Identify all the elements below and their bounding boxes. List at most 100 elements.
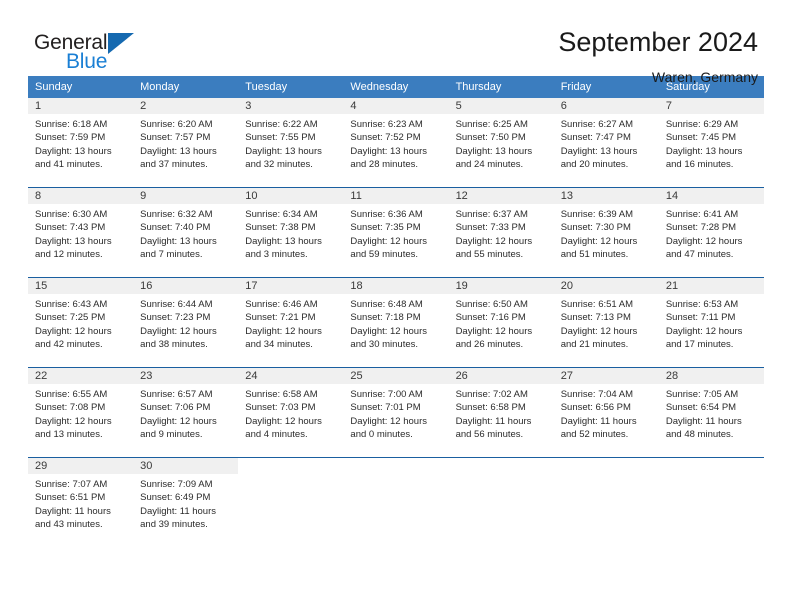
sunset-text: Sunset: 7:23 PM xyxy=(140,312,211,324)
day-cell-18[interactable]: 18 Sunrise: 6:48 AM Sunset: 7:18 PM Dayligh… xyxy=(343,278,449,368)
day-cell-7[interactable]: 7 Sunrise: 6:29 AM Sunset: 7:45 PM Daylight… xyxy=(658,98,764,188)
day-cell-3[interactable]: 3 Sunrise: 6:22 AM Sunset: 7:55 PM Daylight… xyxy=(238,98,344,188)
daylight-text: Daylight: 11 hours xyxy=(665,415,742,427)
daylight-text: Daylight: 12 hours xyxy=(245,325,322,337)
day-cell-9[interactable]: 9 Sunrise: 6:32 AM Sunset: 7:40 PM Daylight… xyxy=(133,188,239,278)
sunrise-text: Sunrise: 7:09 AM xyxy=(140,479,213,490)
day-cell-details: Sunrise: 6:53 AM Sunset: 7:11 PM Daylight:… xyxy=(659,294,764,352)
day-cell-21[interactable]: 21 Sunrise: 6:53 AM Sunset: 7:11 PM Dayligh… xyxy=(658,278,764,368)
day-number-band xyxy=(343,458,448,474)
day-cell-19[interactable]: 19 Sunrise: 6:50 AM Sunset: 7:16 PM Dayligh… xyxy=(448,278,554,368)
day-cell-17[interactable]: 17 Sunrise: 6:46 AM Sunset: 7:21 PM Dayligh… xyxy=(238,278,344,368)
day-cell-1[interactable]: 1 Sunrise: 6:18 AM Sunset: 7:59 PM Daylight… xyxy=(28,98,134,188)
day-cell-12[interactable]: 12 Sunrise: 6:37 AM Sunset: 7:33 PM Dayligh… xyxy=(448,188,554,278)
calendar-week-row: 15 Sunrise: 6:43 AM Sunset: 7:25 PM Dayligh… xyxy=(28,278,764,368)
daylight-text: Daylight: 13 hours xyxy=(245,235,322,247)
day-cell-6[interactable]: 6 Sunrise: 6:27 AM Sunset: 7:47 PM Daylight… xyxy=(553,98,659,188)
day-cell-28[interactable]: 28 Sunrise: 7:05 AM Sunset: 6:54 PM Dayligh… xyxy=(658,368,764,458)
day-cell-13[interactable]: 13 Sunrise: 6:39 AM Sunset: 7:30 PM Dayligh… xyxy=(553,188,659,278)
day-number-band: 18 xyxy=(343,278,449,294)
daylight-text: and 13 minutes. xyxy=(35,429,103,441)
sunrise-text: Sunrise: 6:50 AM xyxy=(455,299,528,310)
page-header: General Blue September 2024 Waren, Germa… xyxy=(0,0,792,84)
sunset-text: Sunset: 7:55 PM xyxy=(245,132,316,144)
generalblue-logo[interactable]: General Blue xyxy=(34,28,135,73)
sunrise-text: Sunrise: 6:27 AM xyxy=(560,119,634,130)
sunset-text: Sunset: 6:51 PM xyxy=(35,492,106,504)
day-number: 8 xyxy=(35,190,42,202)
day-cell-empty xyxy=(449,458,554,548)
day-cell-10[interactable]: 10 Sunrise: 6:34 AM Sunset: 7:38 PM Dayligh… xyxy=(238,188,344,278)
day-cell-details: Sunrise: 6:55 AM Sunset: 7:08 PM Daylight:… xyxy=(28,384,133,442)
daylight-text: and 52 minutes. xyxy=(560,429,629,441)
daylight-text: and 43 minutes. xyxy=(35,519,103,531)
day-number-band: 9 xyxy=(133,188,239,204)
calendar-week-row: 8 Sunrise: 6:30 AM Sunset: 7:43 PM Daylight… xyxy=(28,188,764,278)
day-number: 30 xyxy=(140,460,153,472)
weekday-header-monday: Monday xyxy=(133,76,239,98)
day-number: 2 xyxy=(140,100,147,112)
sunrise-text: Sunrise: 7:00 AM xyxy=(350,389,423,400)
logo-text-blue: Blue xyxy=(66,50,108,73)
daylight-text: Daylight: 13 hours xyxy=(665,145,743,157)
sunrise-text: Sunrise: 6:46 AM xyxy=(245,299,318,310)
day-number: 9 xyxy=(140,190,147,202)
day-cell-8[interactable]: 8 Sunrise: 6:30 AM Sunset: 7:43 PM Daylight… xyxy=(28,188,134,278)
daylight-text: and 17 minutes. xyxy=(665,339,734,351)
day-number-band: 24 xyxy=(238,368,344,384)
day-cell-details: Sunrise: 6:32 AM Sunset: 7:40 PM Daylight:… xyxy=(133,204,238,262)
day-cell-empty xyxy=(659,458,764,548)
daylight-text: Daylight: 12 hours xyxy=(140,415,217,427)
sunset-text: Sunset: 7:25 PM xyxy=(35,312,106,324)
day-number: 18 xyxy=(350,280,363,292)
day-cell-23[interactable]: 23 Sunrise: 6:57 AM Sunset: 7:06 PM Dayligh… xyxy=(133,368,239,458)
weekday-header-wednesday: Wednesday xyxy=(343,76,449,98)
daylight-text: Daylight: 12 hours xyxy=(350,325,427,337)
sunset-text: Sunset: 7:57 PM xyxy=(140,132,211,144)
day-cell-2[interactable]: 2 Sunrise: 6:20 AM Sunset: 7:57 PM Daylight… xyxy=(133,98,239,188)
daylight-text: Daylight: 11 hours xyxy=(140,505,217,517)
sunrise-text: Sunrise: 6:32 AM xyxy=(140,209,213,220)
daylight-text: and 59 minutes. xyxy=(350,249,419,261)
daylight-text: Daylight: 12 hours xyxy=(140,325,217,337)
day-number-band: 29 xyxy=(28,458,134,474)
daylight-text: Daylight: 11 hours xyxy=(560,415,637,427)
page-title: September 2024 xyxy=(558,27,758,57)
daylight-text: Daylight: 12 hours xyxy=(350,415,427,427)
sunset-text: Sunset: 7:11 PM xyxy=(665,312,736,324)
day-cell-details: Sunrise: 6:44 AM Sunset: 7:23 PM Daylight:… xyxy=(133,294,238,352)
day-cell-24[interactable]: 24 Sunrise: 6:58 AM Sunset: 7:03 PM Dayligh… xyxy=(238,368,344,458)
day-number-band: 4 xyxy=(343,98,449,114)
day-cell-5[interactable]: 5 Sunrise: 6:25 AM Sunset: 7:50 PM Daylight… xyxy=(448,98,554,188)
day-number: 26 xyxy=(455,370,468,382)
day-cell-26[interactable]: 26 Sunrise: 7:02 AM Sunset: 6:58 PM Dayligh… xyxy=(448,368,554,458)
day-cell-22[interactable]: 22 Sunrise: 6:55 AM Sunset: 7:08 PM Dayligh… xyxy=(28,368,134,458)
day-number-band: 19 xyxy=(448,278,554,294)
day-cell-15[interactable]: 15 Sunrise: 6:43 AM Sunset: 7:25 PM Dayligh… xyxy=(28,278,134,368)
daylight-text: Daylight: 13 hours xyxy=(140,235,217,247)
day-cell-27[interactable]: 27 Sunrise: 7:04 AM Sunset: 6:56 PM Dayligh… xyxy=(553,368,659,458)
day-cell-11[interactable]: 11 Sunrise: 6:36 AM Sunset: 7:35 PM Dayligh… xyxy=(343,188,449,278)
sunrise-text: Sunrise: 7:05 AM xyxy=(665,389,739,400)
calendar-grid: Sunday Monday Tuesday Wednesday Thursday Frid… xyxy=(28,76,764,548)
day-cell-14[interactable]: 14 Sunrise: 6:41 AM Sunset: 7:28 PM Dayligh… xyxy=(658,188,764,278)
day-number: 1 xyxy=(35,100,42,112)
day-number: 21 xyxy=(665,280,679,292)
day-number: 23 xyxy=(140,370,153,382)
day-cell-20[interactable]: 20 Sunrise: 6:51 AM Sunset: 7:13 PM Dayligh… xyxy=(553,278,659,368)
sunrise-text: Sunrise: 6:34 AM xyxy=(245,209,318,220)
day-number: 17 xyxy=(245,280,258,292)
sunset-text: Sunset: 7:30 PM xyxy=(560,222,631,234)
sunrise-text: Sunrise: 6:55 AM xyxy=(35,389,108,400)
calendar-week-row: 29 Sunrise: 7:07 AM Sunset: 6:51 PM Dayligh… xyxy=(28,458,764,548)
day-cell-4[interactable]: 4 Sunrise: 6:23 AM Sunset: 7:52 PM Daylight… xyxy=(343,98,449,188)
day-cell-30[interactable]: 30 Sunrise: 7:09 AM Sunset: 6:49 PM Dayligh… xyxy=(133,458,239,548)
day-cell-details: Sunrise: 6:50 AM Sunset: 7:16 PM Daylight:… xyxy=(449,294,554,352)
day-cell-25[interactable]: 25 Sunrise: 7:00 AM Sunset: 7:01 PM Dayligh… xyxy=(343,368,449,458)
sunrise-text: Sunrise: 6:22 AM xyxy=(245,119,318,130)
sunset-text: Sunset: 7:21 PM xyxy=(245,312,316,324)
day-cell-details: Sunrise: 6:37 AM Sunset: 7:33 PM Daylight:… xyxy=(449,204,554,262)
day-cell-29[interactable]: 29 Sunrise: 7:07 AM Sunset: 6:51 PM Dayligh… xyxy=(28,458,134,548)
day-number-band: 5 xyxy=(448,98,554,114)
day-cell-16[interactable]: 16 Sunrise: 6:44 AM Sunset: 7:23 PM Dayligh… xyxy=(133,278,239,368)
